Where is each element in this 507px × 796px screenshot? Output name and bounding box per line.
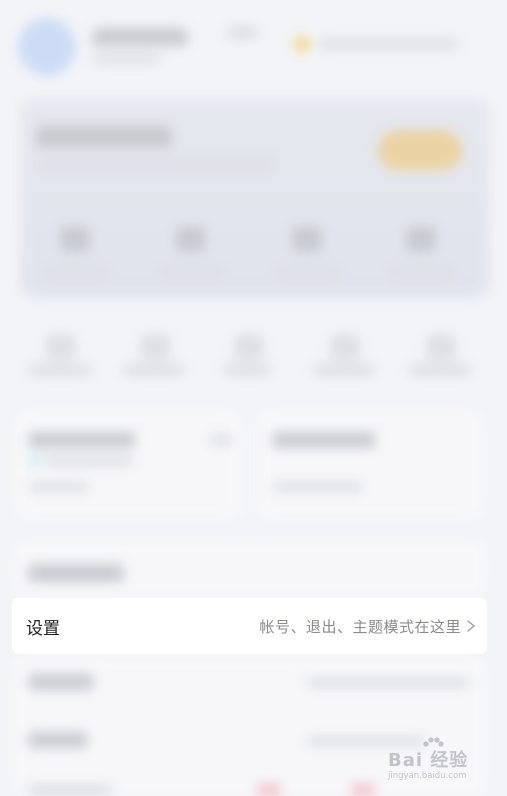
coin-icon [294,36,310,52]
chevron-right-icon [467,620,475,632]
blurred-background [0,0,507,796]
avatar [18,18,76,76]
vip-open-button [378,130,462,170]
vip-feature-label [388,266,456,278]
list-row-label-placeholder [28,784,112,796]
vip-feature-label [158,266,226,278]
panel-tag-placeholder [210,434,232,446]
header-promo-placeholder [318,38,458,50]
settings-right-group: 帐号、退出、主题模式在这里 [259,616,477,637]
vip-title-placeholder [36,126,172,148]
function-icon [234,334,264,360]
vip-subtitle-placeholder [36,160,276,170]
watermark: Bai 经验 jingyan.baidu.com [388,736,488,784]
vip-feature-icon [292,226,322,252]
username-placeholder [92,28,188,46]
function-label [222,364,272,376]
red-badge [256,784,282,796]
list-row-label-placeholder [28,674,94,690]
level-badge-placeholder [226,26,258,40]
settings-description: 帐号、退出、主题模式在这里 [259,618,461,636]
red-badge [350,784,376,796]
watermark-url: jingyan.baidu.com [388,771,467,781]
vip-feature-icon [60,226,90,252]
settings-row[interactable]: 设置 帐号、退出、主题模式在这里 [12,598,487,654]
vip-feature-icon [176,226,206,252]
function-icon [426,334,456,360]
panel-title-placeholder [272,432,376,448]
list-row-desc-placeholder [306,678,470,688]
function-icon [330,334,360,360]
panel-text-placeholder [272,482,364,492]
panel-text-placeholder [44,456,134,466]
panel-text-placeholder [28,482,90,492]
vip-feature-label [274,266,342,278]
function-label [408,364,472,376]
vip-feature-label [42,266,110,278]
list-row-label-placeholder [28,732,88,748]
vip-feature-icon [406,226,436,252]
panel-title-placeholder [28,432,136,448]
watermark-text: Bai 经验 [388,750,469,771]
function-label [28,364,92,376]
user-subtitle-placeholder [92,54,162,64]
function-label [122,364,186,376]
function-icon [46,334,76,360]
content-panel-right [258,410,484,520]
function-label [312,364,376,376]
settings-label: 设置 [26,618,60,638]
section-title-placeholder [28,564,124,582]
status-dot [30,456,40,466]
function-icon [140,334,170,360]
